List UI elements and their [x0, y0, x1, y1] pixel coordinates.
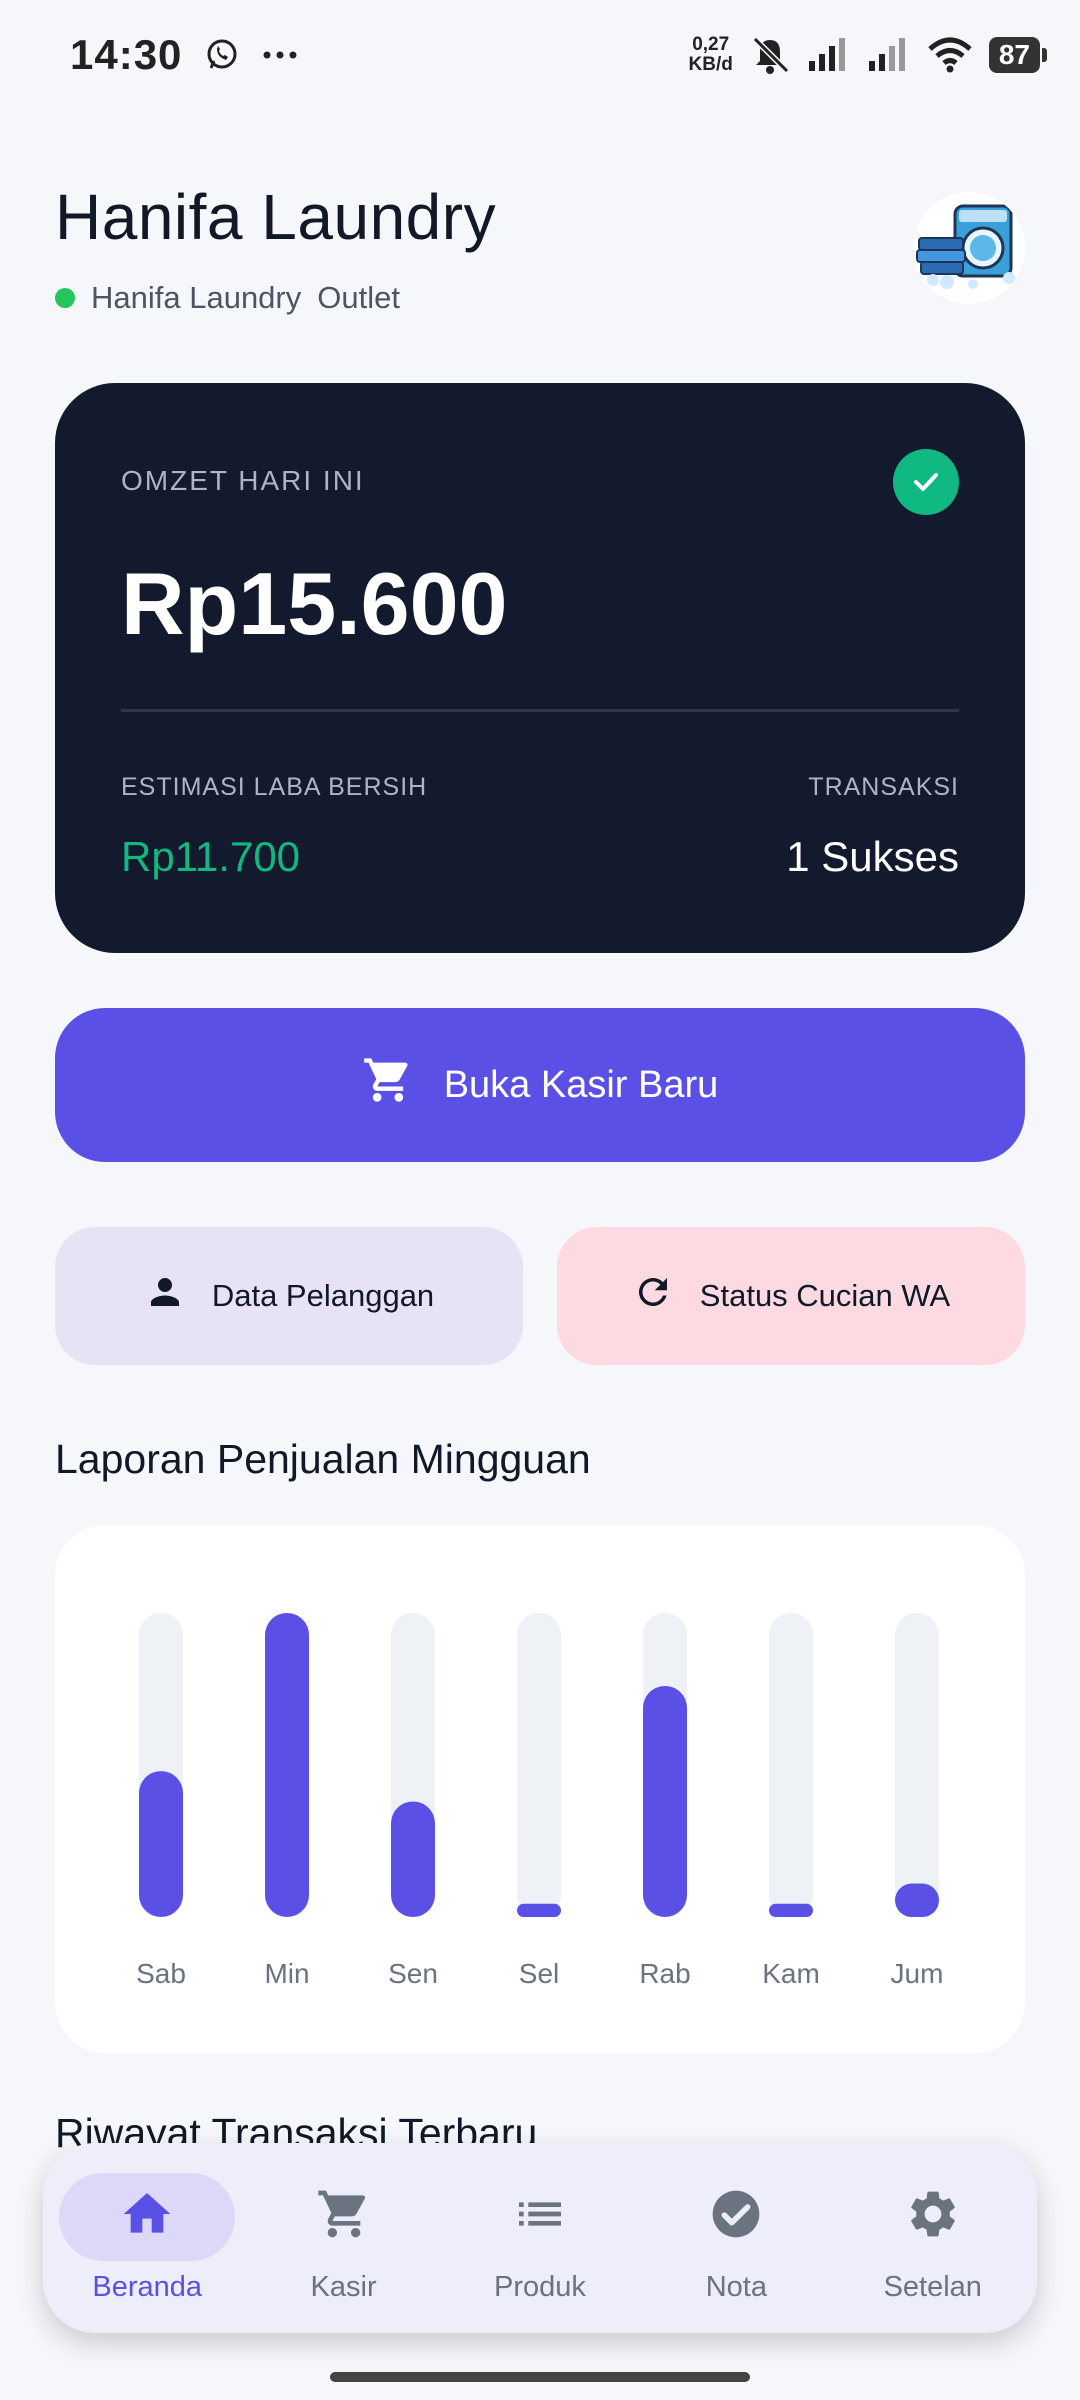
clock: 14:30 [70, 31, 183, 78]
list-icon [512, 2186, 568, 2247]
nav-item-setelan[interactable]: Setelan [838, 2173, 1028, 2304]
nav-label-beranda: Beranda [92, 2270, 203, 2303]
bar-track-kam [769, 1613, 813, 1917]
revenue-card: OMZET HARI INI Rp15.600 ESTIMASI LABA BE… [55, 383, 1025, 953]
home-indicator [330, 2372, 750, 2382]
x-tick-label-rab: Rab [639, 1958, 690, 1989]
customer-data-label: Data Pelanggan [211, 1278, 435, 1313]
bar-track-sel [517, 1613, 561, 1917]
signal-icon-2 [867, 37, 911, 73]
wifi-icon [927, 37, 973, 73]
wa-status-label: Status Cucian WA [699, 1278, 951, 1313]
weekly-chart-card: Sab Min Sen Sel Rab Kam Jum [55, 1525, 1025, 2053]
status-bar: 14:30 0,27 KB/d 87 [0, 0, 1080, 110]
check-icon [893, 449, 959, 515]
network-speed: 0,27 KB/d [688, 34, 733, 75]
x-tick-label-sen: Sen [388, 1958, 438, 1989]
header: Hanifa Laundry Hanifa Laundry Outlet [55, 180, 1025, 330]
outlet-name: Hanifa Laundry [91, 280, 302, 315]
cart-icon [316, 2186, 372, 2247]
bar-rab[interactable] [643, 1685, 687, 1917]
open-cashier-button[interactable]: Buka Kasir Baru [55, 1008, 1025, 1162]
customer-data-button[interactable]: Data Pelanggan [55, 1227, 523, 1365]
wa-status-button[interactable]: Status Cucian WA [557, 1227, 1025, 1365]
transactions-value: 1 Sukses [786, 833, 959, 880]
x-tick-label-jum: Jum [891, 1958, 944, 1989]
divider [121, 709, 959, 712]
nav-item-kasir[interactable]: Kasir [249, 2173, 439, 2304]
nav-label-setelan: Setelan [883, 2270, 982, 2303]
online-status-dot [55, 288, 75, 308]
bar-kam[interactable] [769, 1903, 813, 1917]
more-icon [262, 50, 298, 60]
bar-min[interactable] [265, 1613, 309, 1917]
whatsapp-icon [204, 37, 240, 73]
transactions-label: TRANSAKSI [808, 773, 959, 801]
revenue-amount: Rp15.600 [121, 554, 508, 653]
x-tick-label-min: Min [264, 1958, 309, 1989]
bar-jum[interactable] [895, 1883, 939, 1917]
profit-label: ESTIMASI LABA BERSIH [121, 773, 428, 801]
cart-icon [362, 1054, 414, 1116]
bar-sab[interactable] [139, 1771, 183, 1917]
bottom-nav: Beranda Kasir Produk Nota Setelan [43, 2143, 1037, 2333]
x-tick-label-sel: Sel [519, 1958, 559, 1989]
nav-label-kasir: Kasir [310, 2270, 377, 2303]
laundry-logo[interactable] [913, 192, 1025, 304]
check-circle-icon [708, 2186, 764, 2247]
gear-icon [905, 2186, 961, 2247]
refresh-icon [632, 1271, 674, 1321]
weekly-report-title: Laporan Penjualan Mingguan [55, 1436, 591, 1482]
revenue-label: OMZET HARI INI [121, 465, 365, 496]
nav-item-produk[interactable]: Produk [445, 2173, 635, 2304]
nav-label-produk: Produk [494, 2270, 586, 2303]
bar-sen[interactable] [391, 1801, 435, 1917]
weekly-bar-chart: Sab Min Sen Sel Rab Kam Jum [136, 1613, 944, 1989]
screen: 14:30 0,27 KB/d 87 Hanifa Laundry Hanifa… [0, 0, 1080, 2400]
bell-muted-icon [749, 35, 791, 75]
open-cashier-label: Buka Kasir Baru [443, 1063, 719, 1106]
page-title: Hanifa Laundry [55, 181, 497, 253]
nav-item-beranda[interactable]: Beranda [52, 2172, 242, 2304]
battery-indicator: 87 [988, 37, 1048, 73]
person-icon [144, 1271, 186, 1321]
nav-label-nota: Nota [705, 2270, 767, 2303]
signal-icon [807, 37, 851, 73]
outlet-info: Hanifa Laundry Outlet [55, 280, 400, 316]
outlet-suffix: Outlet [317, 280, 400, 315]
bar-track-jum [895, 1613, 939, 1917]
x-tick-label-sab: Sab [136, 1958, 186, 1989]
bar-sel[interactable] [517, 1903, 561, 1917]
nav-active-pill [59, 2172, 236, 2261]
x-tick-label-kam: Kam [762, 1958, 820, 1989]
home-icon [119, 2186, 175, 2247]
profit-value: Rp11.700 [121, 833, 301, 880]
nav-item-nota[interactable]: Nota [641, 2173, 831, 2304]
